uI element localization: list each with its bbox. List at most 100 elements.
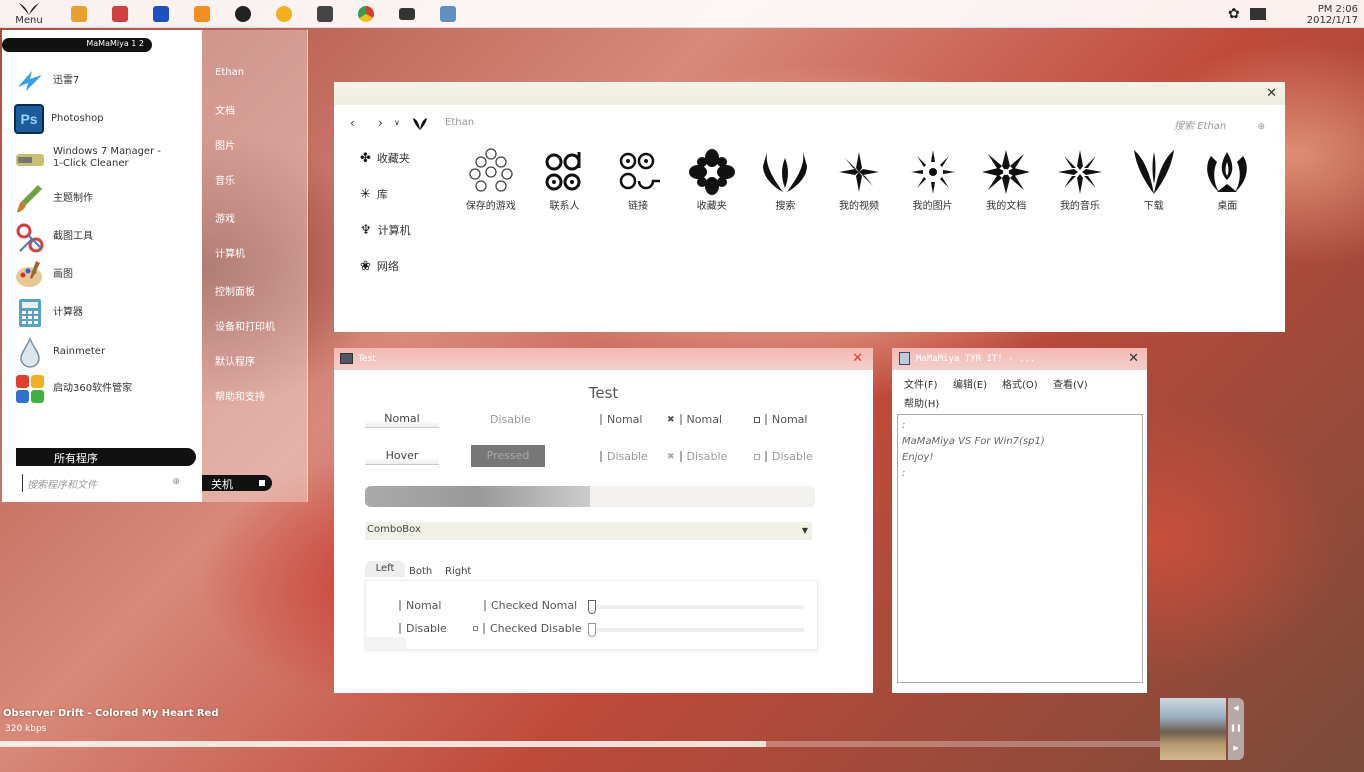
- notepad-edit-icon: [111, 6, 128, 22]
- user-bar[interactable]: MaMaMiya 1 2: [2, 38, 152, 52]
- radio-indicator: [399, 600, 401, 611]
- combobox[interactable]: ComboBox ▼: [365, 522, 812, 540]
- skull-icon: [316, 6, 333, 22]
- folder-pictures[interactable]: 我的图片: [896, 148, 970, 212]
- program-item-photoshop[interactable]: Ps Photoshop: [14, 102, 194, 136]
- panel-radio-normal[interactable]: Nomal: [399, 599, 441, 612]
- next-icon[interactable]: ▶: [1228, 738, 1244, 758]
- shutdown-button[interactable]: 关机: [202, 475, 272, 491]
- start-link-user[interactable]: Ethan: [215, 67, 244, 78]
- notepad-edit-taskbar-icon[interactable]: [99, 3, 140, 25]
- media-taskbar-icon[interactable]: [263, 3, 304, 25]
- pressed-button[interactable]: Pressed: [471, 445, 545, 467]
- checkbox-normal[interactable]: ✖ Nomal: [667, 413, 722, 426]
- test-titlebar[interactable]: Test ✕: [334, 348, 873, 370]
- program-label: Photoshop: [51, 113, 104, 124]
- radio-normal[interactable]: Nomal: [600, 413, 642, 426]
- panel-label: Checked Disable: [490, 622, 582, 635]
- manager-360-icon: [14, 373, 46, 405]
- shutdown-options-icon[interactable]: [259, 480, 265, 486]
- close-icon[interactable]: ✕: [852, 351, 863, 366]
- explorer-titlebar[interactable]: ✕: [334, 82, 1285, 105]
- program-item-calculator[interactable]: 计算器: [14, 296, 194, 330]
- back-icon[interactable]: ‹: [350, 116, 355, 130]
- network-tray-icon[interactable]: ✿: [1228, 6, 1240, 22]
- folder-music[interactable]: 我的音乐: [1043, 148, 1117, 212]
- tray-app-icon[interactable]: [1250, 8, 1266, 20]
- qq-taskbar-icon[interactable]: [222, 3, 263, 25]
- menu-help[interactable]: 帮助(H): [904, 395, 939, 410]
- explorer-taskbar-icon[interactable]: [58, 3, 99, 25]
- tab-right[interactable]: Right: [445, 566, 471, 577]
- folder-links[interactable]: 链接: [601, 148, 675, 212]
- slider-thumb-normal[interactable]: [588, 600, 596, 614]
- start-link-games[interactable]: 游戏: [215, 210, 235, 225]
- tab-both[interactable]: Both: [409, 566, 432, 577]
- chevron-down-icon[interactable]: ∨: [394, 118, 400, 127]
- panel-checked-normal[interactable]: Checked Nomal: [484, 599, 577, 612]
- nav-network[interactable]: ❀ 网络: [360, 258, 399, 274]
- clock[interactable]: PM 2:06 2012/1/17: [1307, 4, 1358, 26]
- pause-icon[interactable]: ❚❚: [1228, 718, 1244, 738]
- all-programs-button[interactable]: 所有程序: [16, 448, 196, 466]
- nav-computer[interactable]: ♆ 计算机: [360, 222, 411, 238]
- menu-view[interactable]: 查看(V): [1053, 376, 1088, 391]
- album-art: [1160, 698, 1226, 760]
- menu-button[interactable]: Menu: [6, 1, 52, 27]
- notepad-titlebar[interactable]: MaMaMiya TYR IT! - ... ✕: [892, 348, 1147, 370]
- search-folder-icon: [763, 152, 808, 192]
- menu-edit[interactable]: 编辑(E): [953, 376, 987, 391]
- folder-saved-games[interactable]: 保存的游戏: [454, 148, 528, 212]
- slider-track-normal[interactable]: [590, 605, 804, 609]
- start-link-control-panel[interactable]: 控制面板: [215, 283, 255, 298]
- tab-left[interactable]: Left: [365, 561, 405, 577]
- start-link-documents[interactable]: 文档: [215, 102, 235, 117]
- program-item-rainmeter[interactable]: Rainmeter: [14, 335, 194, 369]
- forward-icon[interactable]: ›: [378, 116, 383, 130]
- close-icon[interactable]: ✕: [1128, 351, 1139, 366]
- folder-searches[interactable]: 搜索: [749, 148, 823, 212]
- start-link-default-programs[interactable]: 默认程序: [215, 353, 255, 368]
- calculator-icon: [14, 297, 46, 329]
- program-item-snipping[interactable]: 截图工具: [14, 220, 194, 254]
- checkbox-square-normal[interactable]: Nomal: [754, 413, 807, 426]
- program-item-theme-maker[interactable]: 主题制作: [14, 182, 194, 216]
- previous-icon[interactable]: ◀: [1228, 698, 1244, 718]
- track-progress-fill: [0, 741, 766, 747]
- skull-taskbar-icon[interactable]: [304, 3, 345, 25]
- chrome-taskbar-icon[interactable]: [345, 3, 386, 25]
- folder-documents[interactable]: 我的文档: [969, 148, 1043, 212]
- menu-format[interactable]: 格式(O): [1002, 376, 1038, 391]
- start-link-computer[interactable]: 计算机: [215, 245, 245, 260]
- menu-file[interactable]: 文件(F): [904, 376, 938, 391]
- folder-contacts[interactable]: 联系人: [528, 148, 602, 212]
- start-link-devices-printers[interactable]: 设备和打印机: [215, 318, 275, 333]
- player-taskbar-icon[interactable]: [181, 3, 222, 25]
- program-item-thunder[interactable]: 迅雷7: [14, 64, 194, 98]
- notebook-taskbar-icon[interactable]: [427, 3, 468, 25]
- notepad-text-area[interactable]: : MaMaMiya VS For Win7(sp1) Enjoy! :: [897, 414, 1143, 683]
- folder-favorites[interactable]: 收藏夹: [675, 148, 749, 212]
- explorer-search-input[interactable]: 搜索 Ethan ⊕: [1174, 117, 1265, 132]
- hover-button[interactable]: Hover: [365, 447, 439, 465]
- nav-library[interactable]: ✳ 库: [360, 186, 388, 202]
- folder-videos[interactable]: 我的视频: [822, 148, 896, 212]
- close-icon[interactable]: ✕: [1266, 86, 1277, 101]
- program-item-360-manager[interactable]: 启动360软件管家: [14, 372, 194, 406]
- ime-taskbar-icon[interactable]: [140, 3, 181, 25]
- breadcrumb[interactable]: Ethan: [445, 117, 474, 128]
- folder-grid: 保存的游戏 联系人 链接 收藏夹 搜索 我的视频 我的图片 我的文档 我的音乐 …: [454, 148, 1264, 212]
- monitor-taskbar-icon[interactable]: [386, 3, 427, 25]
- start-search-input[interactable]: 搜索程序和文件 ⊕: [22, 474, 194, 492]
- notebook-icon: [439, 6, 456, 22]
- start-link-pictures[interactable]: 图片: [215, 137, 235, 152]
- program-item-paint[interactable]: 画图: [14, 258, 194, 292]
- start-link-music[interactable]: 音乐: [215, 172, 235, 187]
- nav-favorites[interactable]: ✤ 收藏夹: [360, 150, 410, 166]
- folder-downloads[interactable]: 下载: [1117, 148, 1191, 212]
- program-item-cleaner[interactable]: Windows 7 Manager - 1-Click Cleaner: [14, 141, 194, 175]
- normal-button[interactable]: Nomal: [365, 410, 439, 428]
- start-search-placeholder: 搜索程序和文件: [27, 480, 97, 491]
- folder-desktop[interactable]: 桌面: [1190, 148, 1264, 212]
- start-link-help[interactable]: 帮助和支持: [215, 388, 265, 403]
